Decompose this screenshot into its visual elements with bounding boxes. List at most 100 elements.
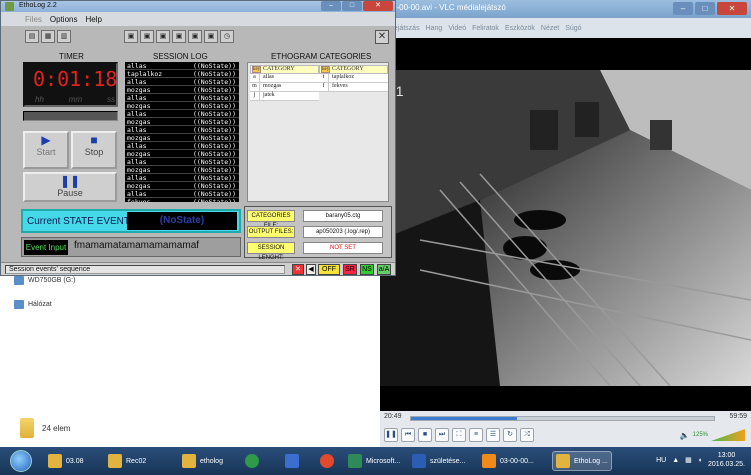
session-log-row[interactable]: mozgas ((NoState)) bbox=[125, 182, 239, 190]
session-log-row[interactable]: allas ((NoState)) bbox=[125, 110, 239, 118]
session-log-row[interactable]: fekves ((NoState)) bbox=[125, 198, 239, 202]
network-tray-icon[interactable]: ▦ bbox=[685, 456, 692, 464]
menu-files[interactable]: Files bbox=[25, 15, 42, 24]
loop-icon[interactable]: ↻ bbox=[503, 428, 517, 442]
previous-icon[interactable]: ⏮ bbox=[401, 428, 415, 442]
vlc-menu-item[interactable]: Videó bbox=[448, 25, 466, 32]
session-log-row[interactable]: allas ((NoState)) bbox=[125, 158, 239, 166]
sr-toggle[interactable]: SR bbox=[343, 264, 357, 275]
next-icon[interactable]: ⏭ bbox=[435, 428, 449, 442]
volume-slider[interactable] bbox=[711, 429, 745, 441]
maximize-button[interactable]: □ bbox=[695, 2, 715, 15]
event-input-field[interactable]: fmamamatamamamamamaf bbox=[74, 240, 199, 251]
session-log-row[interactable]: allas ((NoState)) bbox=[125, 126, 239, 134]
vlc-menu-item[interactable]: Feliratok bbox=[472, 25, 499, 32]
close-button[interactable]: ✕ bbox=[363, 1, 393, 11]
speaker-icon[interactable]: 🔈 bbox=[680, 431, 690, 440]
tool-icon-5[interactable]: ▣ bbox=[188, 30, 202, 43]
off-toggle[interactable]: OFF bbox=[318, 264, 340, 275]
session-log-row[interactable]: mozgas ((NoState)) bbox=[125, 150, 239, 158]
log-state-name: ((NoState)) bbox=[192, 118, 236, 126]
volume-tray-icon[interactable]: ◖ bbox=[698, 457, 702, 464]
stop-icon[interactable]: ■ bbox=[418, 428, 432, 442]
session-log-row[interactable]: allas ((NoState)) bbox=[125, 190, 239, 198]
minimize-button[interactable]: – bbox=[321, 1, 341, 11]
taskbar-item[interactable]: Microsoft... bbox=[348, 451, 400, 471]
clock-icon[interactable]: ◷ bbox=[220, 30, 234, 43]
playlist-icon[interactable]: ☰ bbox=[486, 428, 500, 442]
minimize-button[interactable]: – bbox=[673, 2, 693, 15]
mute-icon[interactable]: ✕ bbox=[292, 264, 304, 275]
fullscreen-icon[interactable]: ⛶ bbox=[452, 428, 466, 442]
tray-arrow-icon[interactable]: ▲ bbox=[672, 457, 679, 464]
session-log-row[interactable]: allas ((NoState)) bbox=[125, 94, 239, 102]
close-button[interactable]: ✕ bbox=[717, 2, 747, 15]
language-indicator[interactable]: HU bbox=[656, 457, 666, 464]
menu-options[interactable]: Options bbox=[50, 15, 78, 24]
open-file-icon[interactable]: ▦ bbox=[41, 30, 55, 43]
taskbar-item[interactable] bbox=[285, 451, 299, 471]
vlc-menu-item[interactable]: Eszközök bbox=[505, 25, 535, 32]
tool-icon-6[interactable]: ▣ bbox=[204, 30, 218, 43]
ns-toggle[interactable]: NS bbox=[360, 264, 374, 275]
new-file-icon[interactable]: ▤ bbox=[25, 30, 39, 43]
taskbar-item[interactable]: Rec02 bbox=[108, 451, 146, 471]
category-row[interactable]: a allas bbox=[250, 74, 319, 83]
stop-button[interactable]: ■ Stop bbox=[71, 131, 117, 169]
vlc-menu-item[interactable]: Nézet bbox=[541, 25, 559, 32]
start-button[interactable] bbox=[10, 450, 32, 472]
vlc-menu-item[interactable]: Hang bbox=[426, 25, 443, 32]
sound-icon[interactable]: ◀ bbox=[306, 264, 316, 275]
taskbar-item[interactable] bbox=[245, 451, 259, 471]
extended-settings-icon[interactable]: ≡ bbox=[469, 428, 483, 442]
category-row[interactable]: t taplalkoz bbox=[319, 74, 388, 83]
save-file-icon[interactable]: ▥ bbox=[57, 30, 71, 43]
timer-heading: TIMER bbox=[59, 52, 84, 61]
vlc-menu-item[interactable]: Súgó bbox=[565, 25, 581, 32]
tool-icon-1[interactable]: ▣ bbox=[124, 30, 138, 43]
session-log-row[interactable]: allas ((NoState)) bbox=[125, 62, 239, 70]
network-item[interactable]: Hálózat bbox=[14, 300, 52, 309]
volume-control[interactable]: 🔈 125% bbox=[680, 429, 745, 441]
session-log-row[interactable]: mozgas ((NoState)) bbox=[125, 102, 239, 110]
category-row[interactable]: f fekves bbox=[319, 83, 388, 92]
pause-button[interactable]: ❚❚ Pause bbox=[23, 172, 117, 202]
taskbar-item[interactable]: 03-00-00... bbox=[482, 451, 534, 471]
log-state-name: ((NoState)) bbox=[192, 102, 236, 110]
stop-label: Stop bbox=[84, 147, 104, 157]
seek-bar[interactable] bbox=[410, 416, 715, 421]
session-log-row[interactable]: mozgas ((NoState)) bbox=[125, 166, 239, 174]
session-log-row[interactable]: mozgas ((NoState)) bbox=[125, 86, 239, 94]
log-event-name: mozgas bbox=[127, 150, 151, 158]
session-log-row[interactable]: mozgas ((NoState)) bbox=[125, 118, 239, 126]
clock[interactable]: 13:00 2016.03.25. bbox=[708, 451, 745, 469]
category-key: a bbox=[250, 74, 260, 82]
taskbar-item[interactable] bbox=[320, 451, 334, 471]
tool-icon-2[interactable]: ▣ bbox=[140, 30, 154, 43]
shuffle-icon[interactable]: ⤮ bbox=[520, 428, 534, 442]
log-event-name: mozgas bbox=[127, 118, 151, 126]
session-log-row[interactable]: mozgas ((NoState)) bbox=[125, 134, 239, 142]
category-row[interactable]: m mozgas bbox=[250, 83, 319, 92]
taskbar-item-active[interactable]: EthoLog ... bbox=[552, 451, 612, 471]
session-log-row[interactable]: allas ((NoState)) bbox=[125, 142, 239, 150]
drive-item[interactable]: WD750GB (G:) bbox=[14, 276, 75, 285]
category-name: fekves bbox=[332, 83, 348, 89]
tool-icon-3[interactable]: ▣ bbox=[156, 30, 170, 43]
video-frame[interactable]: 21 bbox=[380, 70, 751, 386]
etholog-close-icon[interactable]: ✕ bbox=[375, 30, 389, 44]
case-toggle[interactable]: a/A bbox=[377, 264, 391, 275]
start-button[interactable]: ▶ Start bbox=[23, 131, 69, 169]
taskbar-item[interactable]: 03.08 bbox=[48, 451, 84, 471]
pause-icon[interactable]: ❚❚ bbox=[384, 428, 398, 442]
tool-icon-4[interactable]: ▣ bbox=[172, 30, 186, 43]
taskbar-item[interactable]: születése... bbox=[412, 451, 465, 471]
session-log-row[interactable]: allas ((NoState)) bbox=[125, 174, 239, 182]
session-log-row[interactable]: allas ((NoState)) bbox=[125, 78, 239, 86]
session-log-list[interactable]: allas ((NoState)) taplalkoz ((NoState)) alla… bbox=[125, 62, 239, 202]
maximize-button[interactable]: □ bbox=[342, 1, 362, 11]
category-row[interactable]: j jatek bbox=[250, 92, 319, 101]
menu-help[interactable]: Help bbox=[85, 15, 101, 24]
session-log-row[interactable]: taplalkoz ((NoState)) bbox=[125, 70, 239, 78]
taskbar-item[interactable]: etholog bbox=[182, 451, 223, 471]
